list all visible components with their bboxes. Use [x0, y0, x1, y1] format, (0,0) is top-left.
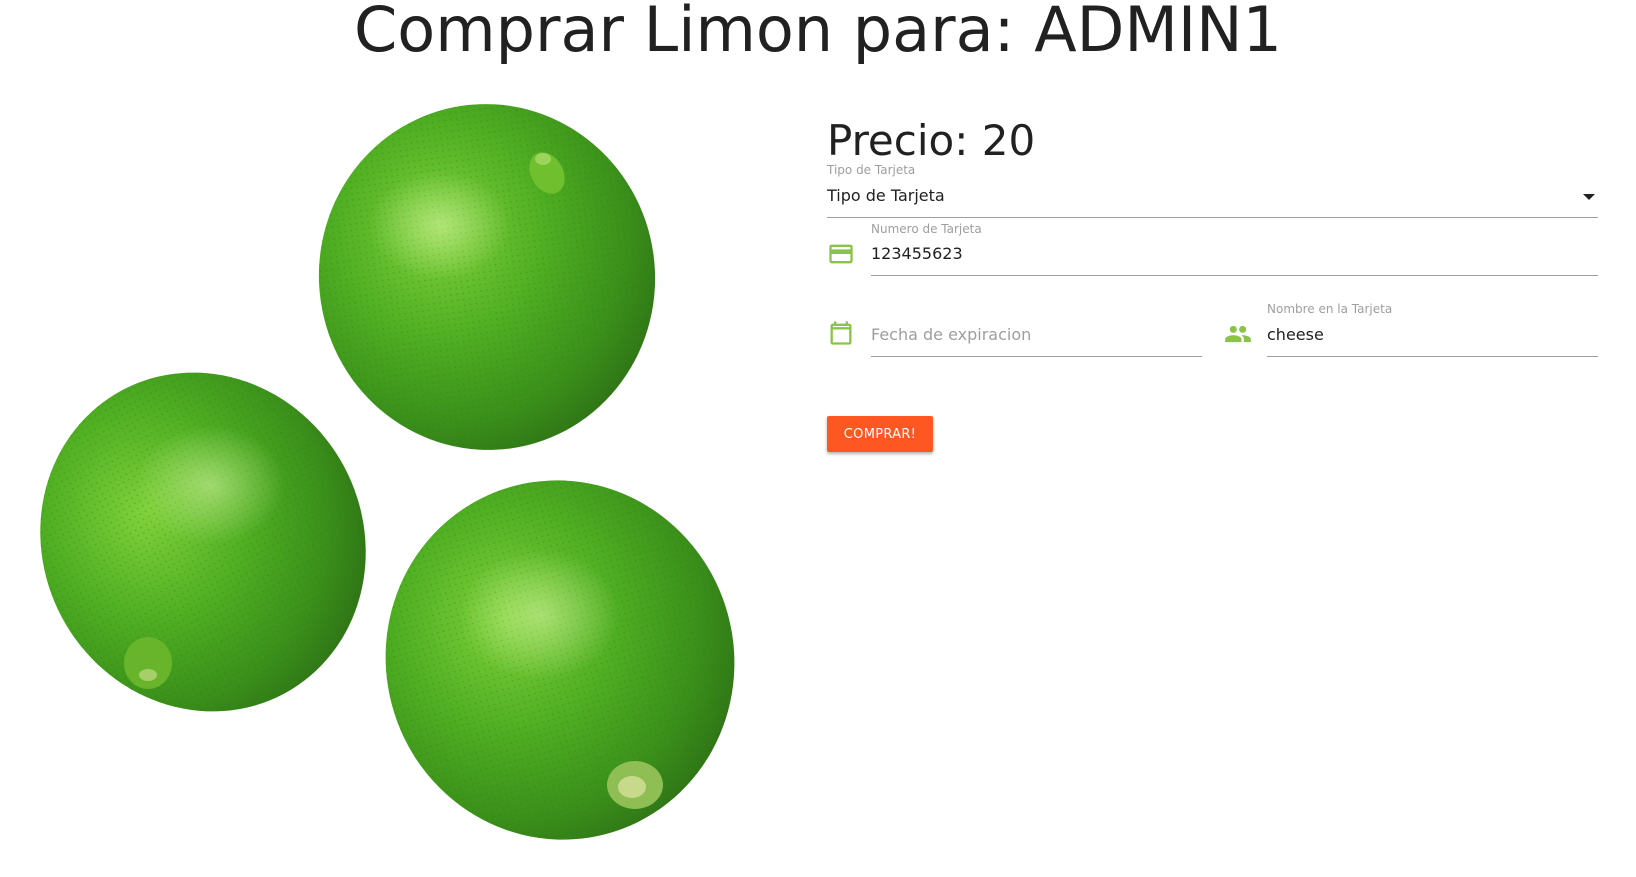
expiration-input[interactable]: Fecha de expiracion	[871, 325, 1031, 345]
price-label: Precio: 20	[827, 116, 1036, 165]
lime-bottom	[385, 480, 735, 840]
page-title: Comprar Limon para: ADMIN1	[354, 0, 1282, 66]
expiration-underline	[871, 356, 1202, 357]
card-type-select[interactable]: Tipo de Tarjeta	[827, 178, 1598, 218]
card-type-value: Tipo de Tarjeta	[827, 186, 945, 205]
credit-card-icon	[827, 240, 855, 268]
card-type-underline	[827, 217, 1598, 218]
card-number-input[interactable]: 123455623	[871, 244, 963, 264]
card-number-underline	[871, 275, 1598, 276]
lime-top	[318, 104, 656, 450]
card-type-label: Tipo de Tarjeta	[827, 163, 916, 177]
product-image	[20, 95, 780, 873]
card-name-underline	[1267, 356, 1598, 357]
limes-illustration	[40, 104, 735, 840]
buy-button[interactable]: COMPRAR!	[827, 416, 933, 452]
people-icon	[1223, 320, 1251, 348]
card-number-label: Numero de Tarjeta	[871, 222, 982, 236]
chevron-down-icon	[1583, 194, 1595, 200]
purchase-form: Precio: 20 Tipo de Tarjeta Tipo de Tarje…	[827, 110, 1636, 510]
card-name-input[interactable]: cheese	[1267, 325, 1324, 345]
calendar-icon	[827, 319, 855, 347]
card-name-label: Nombre en la Tarjeta	[1267, 302, 1393, 316]
